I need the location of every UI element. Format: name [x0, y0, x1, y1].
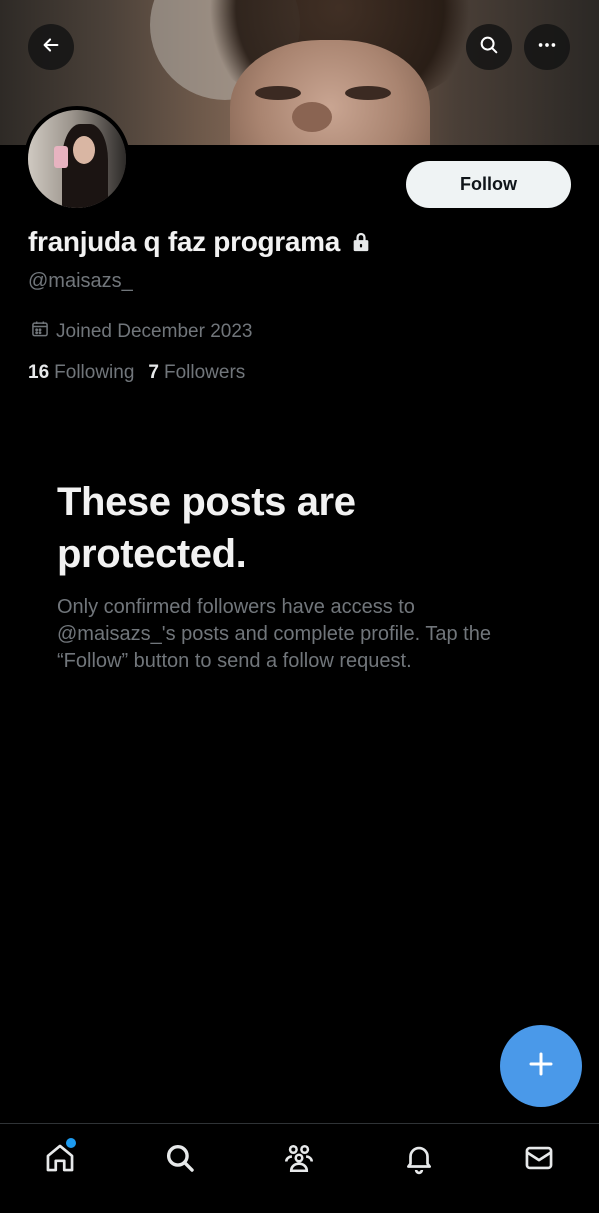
protected-body: Only confirmed followers have access to … — [57, 596, 491, 672]
avatar-photo-phone — [54, 146, 68, 168]
nav-notifications[interactable] — [389, 1140, 449, 1180]
search-icon — [478, 34, 500, 61]
more-horizontal-icon — [536, 34, 558, 61]
mail-icon — [522, 1141, 556, 1180]
calendar-icon — [30, 319, 50, 345]
banner-photo-eye — [345, 86, 391, 100]
followers-count: 7 — [148, 362, 159, 383]
more-button[interactable] — [524, 24, 570, 70]
following-link[interactable]: 16 Following — [28, 362, 134, 384]
arrow-left-icon — [40, 34, 62, 61]
bottom-navigation — [0, 1123, 599, 1213]
followers-label: Followers — [163, 362, 246, 383]
banner-photo-eye — [255, 86, 301, 100]
nav-home[interactable] — [30, 1138, 90, 1180]
avatar-photo-face — [73, 136, 95, 164]
nav-communities[interactable] — [269, 1140, 329, 1180]
nav-explore[interactable] — [150, 1140, 210, 1180]
following-label: Following — [54, 362, 135, 383]
compose-button[interactable] — [500, 1025, 582, 1107]
protected-notice: These posts are protected. Only confirme… — [57, 476, 527, 675]
nav-messages[interactable] — [509, 1140, 569, 1180]
banner-photo-nose — [292, 102, 332, 132]
notification-dot — [65, 1138, 76, 1148]
display-name-text: franjuda q faz programa — [28, 226, 341, 257]
bell-icon — [402, 1141, 436, 1180]
search-button[interactable] — [466, 24, 512, 70]
back-button[interactable] — [28, 24, 74, 70]
followers-link[interactable]: 7 Followers — [148, 362, 245, 384]
joined-text: Joined December 2023 — [56, 321, 253, 342]
plus-icon — [526, 1049, 556, 1084]
protected-title: These posts are protected. — [57, 480, 356, 576]
search-icon — [163, 1141, 197, 1180]
follow-button[interactable]: Follow — [406, 161, 571, 208]
display-name: franjuda q faz programa — [28, 226, 372, 258]
profile-screen: Follow franjuda q faz programa @maisazs_… — [0, 0, 599, 1213]
communities-icon — [282, 1141, 316, 1180]
follow-stats: 16 Following 7 Followers — [28, 362, 245, 384]
lock-icon — [350, 231, 372, 253]
user-handle: @maisazs_ — [28, 270, 133, 292]
following-count: 16 — [28, 362, 50, 383]
avatar[interactable] — [24, 106, 130, 212]
joined-date: Joined December 2023 — [30, 319, 252, 345]
